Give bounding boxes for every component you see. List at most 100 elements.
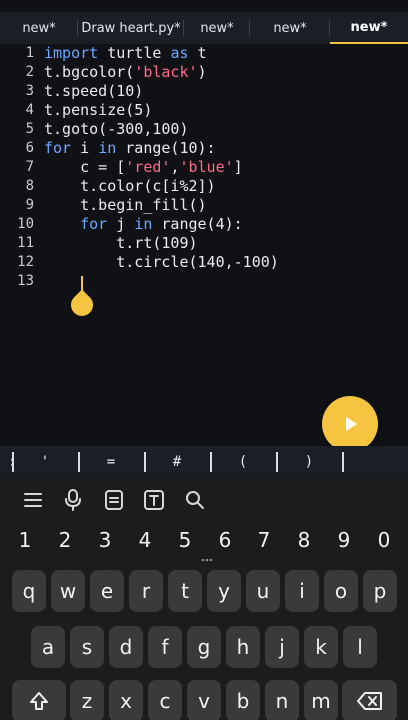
cursor-drag-handle[interactable] — [66, 289, 98, 321]
code-line-7: c = ['red','blue'] — [44, 158, 243, 177]
key-c[interactable]: c — [148, 680, 182, 720]
keyword: in — [134, 215, 153, 233]
code-line-10: for j in range(4): — [44, 215, 243, 234]
tab-new-1[interactable]: new* — [0, 12, 78, 44]
symbol-label: ' — [40, 454, 50, 470]
tab-label: new* — [350, 19, 388, 35]
symbol-key-equals[interactable]: = — [78, 446, 144, 478]
tab-label: new* — [22, 20, 56, 36]
line-number: 13 — [17, 273, 34, 289]
key-j[interactable]: j — [265, 626, 299, 668]
key-m[interactable]: m — [304, 680, 338, 720]
key-u[interactable]: u — [246, 570, 280, 612]
tab-draw-heart[interactable]: Draw heart.py* — [78, 12, 184, 44]
separator — [78, 452, 80, 472]
key-9[interactable]: 9 — [324, 528, 364, 552]
clipboard-icon[interactable] — [102, 488, 126, 512]
backspace-key[interactable] — [342, 680, 397, 720]
code-text: range(10): — [116, 139, 216, 157]
symbol-key-colon[interactable]: : — [0, 446, 16, 478]
code-line-11: t.rt(109) — [44, 234, 198, 252]
dots-indicator — [201, 558, 213, 562]
symbol-label: = — [106, 454, 116, 470]
key-k[interactable]: k — [304, 626, 338, 668]
key-n[interactable]: n — [265, 680, 299, 720]
key-f[interactable]: f — [148, 626, 182, 668]
key-w[interactable]: w — [51, 570, 85, 612]
keyword: for — [80, 215, 108, 233]
code-editor[interactable]: 1 2 3 4 5 6 7 8 9 10 11 12 13 import tur… — [0, 44, 408, 446]
keyword: for — [44, 139, 72, 157]
string-literal: 'red' — [125, 158, 171, 176]
code-line-4: t.pensize(5) — [44, 101, 153, 119]
key-3[interactable]: 3 — [85, 528, 125, 552]
key-a[interactable]: a — [31, 626, 65, 668]
key-d[interactable]: d — [109, 626, 143, 668]
key-x[interactable]: x — [109, 680, 143, 720]
code-text: ] — [233, 158, 243, 176]
backspace-icon — [356, 692, 382, 710]
key-o[interactable]: o — [324, 570, 358, 612]
menu-icon[interactable] — [21, 488, 45, 512]
key-s[interactable]: s — [70, 626, 104, 668]
key-5[interactable]: 5 — [165, 528, 205, 552]
text-icon[interactable] — [142, 488, 166, 512]
symbol-key-quote[interactable]: ' — [12, 446, 78, 478]
key-t[interactable]: t — [168, 570, 202, 612]
symbol-key-close-paren[interactable]: ) — [276, 446, 342, 478]
code-text: j — [107, 215, 135, 233]
key-l[interactable]: l — [343, 626, 377, 668]
code-text: t — [188, 44, 207, 62]
key-4[interactable]: 4 — [125, 528, 165, 552]
symbol-key-open-paren[interactable]: ( — [210, 446, 276, 478]
tab-new-2[interactable]: new* — [184, 12, 250, 44]
key-p[interactable]: p — [363, 570, 397, 612]
key-q[interactable]: q — [12, 570, 46, 612]
key-z[interactable]: z — [70, 680, 104, 720]
line-number: 1 — [25, 45, 34, 61]
key-y[interactable]: y — [207, 570, 241, 612]
key-e[interactable]: e — [90, 570, 124, 612]
microphone-icon[interactable] — [61, 488, 85, 512]
line-number: 3 — [25, 83, 34, 99]
keyword: import — [44, 44, 99, 62]
code-text: t.bgcolor( — [44, 63, 135, 81]
key-8[interactable]: 8 — [284, 528, 324, 552]
string-literal: 'blue' — [179, 158, 234, 176]
line-number: 8 — [25, 178, 34, 194]
separator — [276, 452, 278, 472]
key-2[interactable]: 2 — [45, 528, 85, 552]
symbol-label: ) — [304, 454, 314, 470]
tab-label: new* — [273, 20, 307, 36]
line-number: 5 — [25, 121, 34, 137]
code-line-5: t.goto(-300,100) — [44, 120, 189, 138]
key-1[interactable]: 1 — [5, 528, 45, 552]
key-0[interactable]: 0 — [364, 528, 404, 552]
key-r[interactable]: r — [129, 570, 163, 612]
shift-icon — [30, 692, 48, 710]
run-button[interactable] — [322, 396, 378, 452]
tab-bar: new* Draw heart.py* new* new* new* — [0, 12, 408, 44]
symbol-label: # — [172, 454, 182, 470]
code-line-6: for i in range(10): — [44, 139, 216, 158]
code-line-3: t.speed(10) — [44, 82, 144, 100]
tab-label: new* — [200, 20, 234, 36]
tab-new-active[interactable]: new* — [330, 12, 408, 44]
code-text: turtle — [98, 44, 171, 62]
key-b[interactable]: b — [226, 680, 260, 720]
play-icon — [346, 417, 357, 431]
shift-key[interactable] — [12, 680, 66, 720]
code-text: range(4): — [152, 215, 243, 233]
symbol-key-hash[interactable]: # — [144, 446, 210, 478]
key-g[interactable]: g — [187, 626, 221, 668]
search-icon[interactable] — [183, 488, 207, 512]
key-v[interactable]: v — [187, 680, 221, 720]
key-7[interactable]: 7 — [244, 528, 284, 552]
key-h[interactable]: h — [226, 626, 260, 668]
key-i[interactable]: i — [285, 570, 319, 612]
key-6[interactable]: 6 — [205, 528, 245, 552]
soft-keyboard: 1 2 3 4 5 6 7 8 9 0 q w e r t y u i o p … — [0, 478, 408, 720]
code-line-1: import turtle as t — [44, 44, 207, 63]
tab-new-3[interactable]: new* — [250, 12, 330, 44]
symbol-key-more[interactable] — [342, 446, 408, 478]
